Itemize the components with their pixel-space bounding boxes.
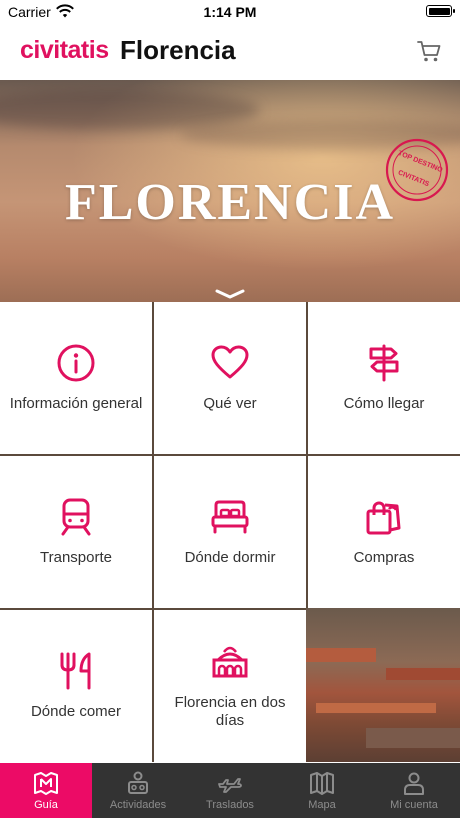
- cart-icon[interactable]: [416, 38, 442, 64]
- fork-knife-icon: [60, 652, 91, 690]
- menu-item-compras[interactable]: Compras: [308, 456, 460, 608]
- menu-item-label: Florencia en dos días: [174, 694, 286, 729]
- menu-item-label: Información general: [9, 395, 143, 412]
- tab-label: Mi cuenta: [390, 799, 438, 811]
- plane-icon: [218, 778, 242, 793]
- tab-bar: Guía Actividades Traslados Mapa Mi cuent…: [0, 763, 460, 818]
- page-title: Florencia: [120, 35, 236, 65]
- roof: [366, 728, 460, 748]
- roof: [316, 703, 436, 713]
- signpost-icon: [369, 344, 399, 382]
- menu-item-donde-comer[interactable]: Dónde comer: [0, 610, 152, 762]
- menu-item-informacion[interactable]: Información general: [0, 302, 152, 454]
- heart-icon: [211, 345, 249, 379]
- map-icon: [310, 772, 334, 795]
- user-icon: [404, 772, 424, 795]
- menu-item-label: Cómo llegar: [343, 395, 425, 412]
- clock: 1:14 PM: [203, 4, 257, 20]
- monument-icon: [212, 646, 248, 678]
- shopping-bags-icon: [366, 501, 401, 535]
- bed-icon: [211, 500, 249, 534]
- top-destino-stamp-icon: TOP DESTINO CIVITATIS: [385, 138, 449, 202]
- guide-menu-grid: Información general Qué ver Cómo llegar …: [0, 302, 460, 762]
- tab-label: Traslados: [206, 799, 254, 811]
- menu-item-label: Dónde comer: [30, 703, 122, 720]
- menu-item-label: Transporte: [40, 549, 112, 566]
- app-header: civitatis Florencia: [0, 24, 460, 80]
- tab-actividades[interactable]: Actividades: [92, 763, 184, 818]
- map-guide-icon: [34, 772, 58, 795]
- menu-item-como-llegar[interactable]: Cómo llegar: [308, 302, 460, 454]
- brand-logo[interactable]: civitatis: [20, 36, 109, 65]
- tab-label: Mapa: [308, 799, 336, 811]
- status-bar: Carrier 1:14 PM: [0, 0, 460, 24]
- tab-traslados[interactable]: Traslados: [184, 763, 276, 818]
- info-icon: [57, 344, 95, 382]
- menu-item-transporte[interactable]: Transporte: [0, 456, 152, 608]
- tab-label: Guía: [34, 799, 58, 811]
- battery-icon: [426, 5, 455, 17]
- train-icon: [61, 498, 91, 536]
- city-rooftops-image: [306, 608, 460, 762]
- menu-item-label: Compras: [353, 549, 415, 566]
- menu-item-florencia-dos-dias[interactable]: Florencia en dos días: [154, 610, 306, 762]
- menu-item-label: Dónde dormir: [184, 549, 276, 566]
- roof: [306, 648, 376, 662]
- svg-text:CIVITATIS: CIVITATIS: [397, 169, 430, 188]
- tab-label: Actividades: [109, 799, 167, 811]
- activities-icon: [128, 771, 148, 794]
- tab-mapa[interactable]: Mapa: [276, 763, 368, 818]
- hero-banner: FLORENCIA TOP DESTINO CIVITATIS: [0, 80, 460, 302]
- roof: [386, 668, 460, 680]
- chevron-down-icon[interactable]: [214, 288, 246, 300]
- menu-item-que-ver[interactable]: Qué ver: [154, 302, 306, 454]
- menu-item-donde-dormir[interactable]: Dónde dormir: [154, 456, 306, 608]
- tab-guia[interactable]: Guía: [0, 763, 92, 818]
- menu-item-label: Qué ver: [203, 395, 257, 412]
- tab-mi-cuenta[interactable]: Mi cuenta: [368, 763, 460, 818]
